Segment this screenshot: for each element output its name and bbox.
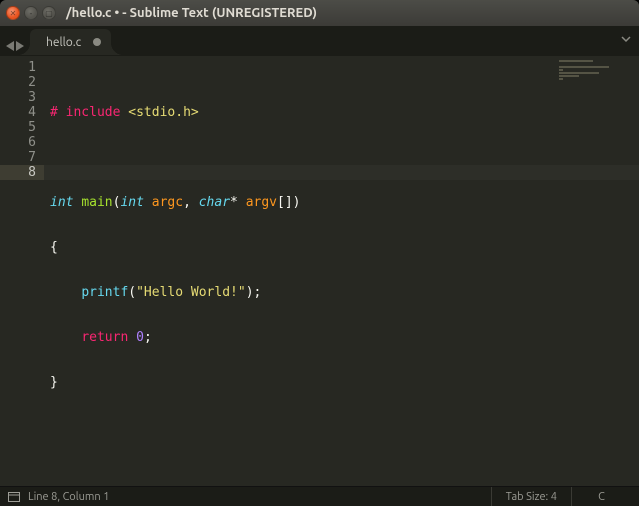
code-line: } (50, 375, 639, 390)
tab-nav-back-icon[interactable] (6, 41, 14, 51)
code-line: int main(int argc, char* argv[]) (50, 195, 639, 210)
tab-dropdown-icon[interactable] (621, 34, 631, 44)
editor-area[interactable]: 1 2 3 4 5 6 7 8 # include <stdio.h> int … (0, 56, 639, 486)
status-bar: Line 8, Column 1 Tab Size: 4 C (0, 486, 639, 506)
sublime-window: ✕ ‐ ▢ /hello.c • - Sublime Text (UNREGIS… (0, 0, 639, 506)
line-number: 5 (0, 120, 36, 135)
window-title: /hello.c • - Sublime Text (UNREGISTERED) (66, 6, 317, 20)
code-line: printf("Hello World!"); (50, 285, 639, 300)
dirty-indicator-icon (93, 38, 101, 46)
tab-strip: hello.c (0, 26, 639, 56)
code-line: { (50, 240, 639, 255)
line-number: 2 (0, 75, 36, 90)
tab-size-selector[interactable]: Tab Size: 4 (491, 487, 571, 506)
line-number: 4 (0, 105, 36, 120)
code-view[interactable]: # include <stdio.h> int main(int argc, c… (44, 56, 639, 486)
line-number: 6 (0, 135, 36, 150)
code-line (50, 420, 639, 435)
line-number: 1 (0, 60, 36, 75)
code-line (50, 150, 639, 165)
cursor-position[interactable]: Line 8, Column 1 (28, 491, 109, 503)
syntax-selector[interactable]: C (571, 487, 631, 506)
line-number: 3 (0, 90, 36, 105)
code-line: # include <stdio.h> (50, 105, 639, 120)
titlebar[interactable]: ✕ ‐ ▢ /hello.c • - Sublime Text (UNREGIS… (0, 0, 639, 26)
gutter: 1 2 3 4 5 6 7 8 (0, 56, 44, 486)
minimize-icon[interactable]: ‐ (24, 6, 38, 20)
tab-hello-c[interactable]: hello.c (30, 29, 111, 55)
code-line: return 0; (50, 330, 639, 345)
maximize-icon[interactable]: ▢ (42, 6, 56, 20)
line-number: 7 (0, 150, 36, 165)
line-number: 8 (0, 165, 44, 180)
panel-switcher-icon[interactable] (8, 492, 20, 502)
tab-label: hello.c (46, 36, 81, 49)
close-icon[interactable]: ✕ (6, 6, 20, 20)
current-line-highlight (44, 165, 639, 180)
